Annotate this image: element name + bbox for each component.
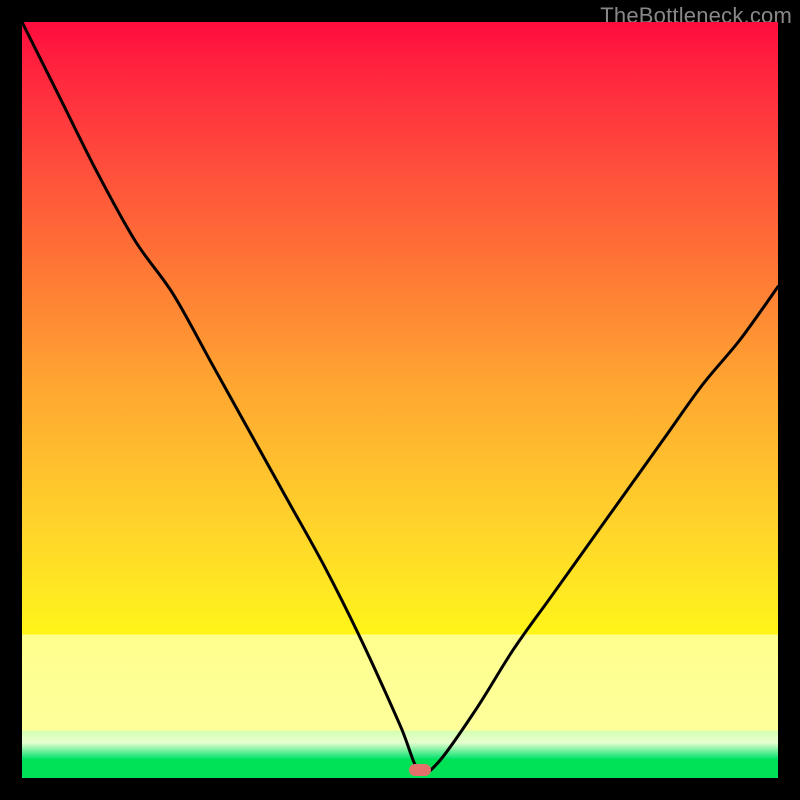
chart-frame: TheBottleneck.com xyxy=(0,0,800,800)
curve-path xyxy=(22,22,778,774)
bottleneck-curve xyxy=(22,22,778,778)
optimal-marker xyxy=(409,764,431,776)
plot-area xyxy=(22,22,778,778)
